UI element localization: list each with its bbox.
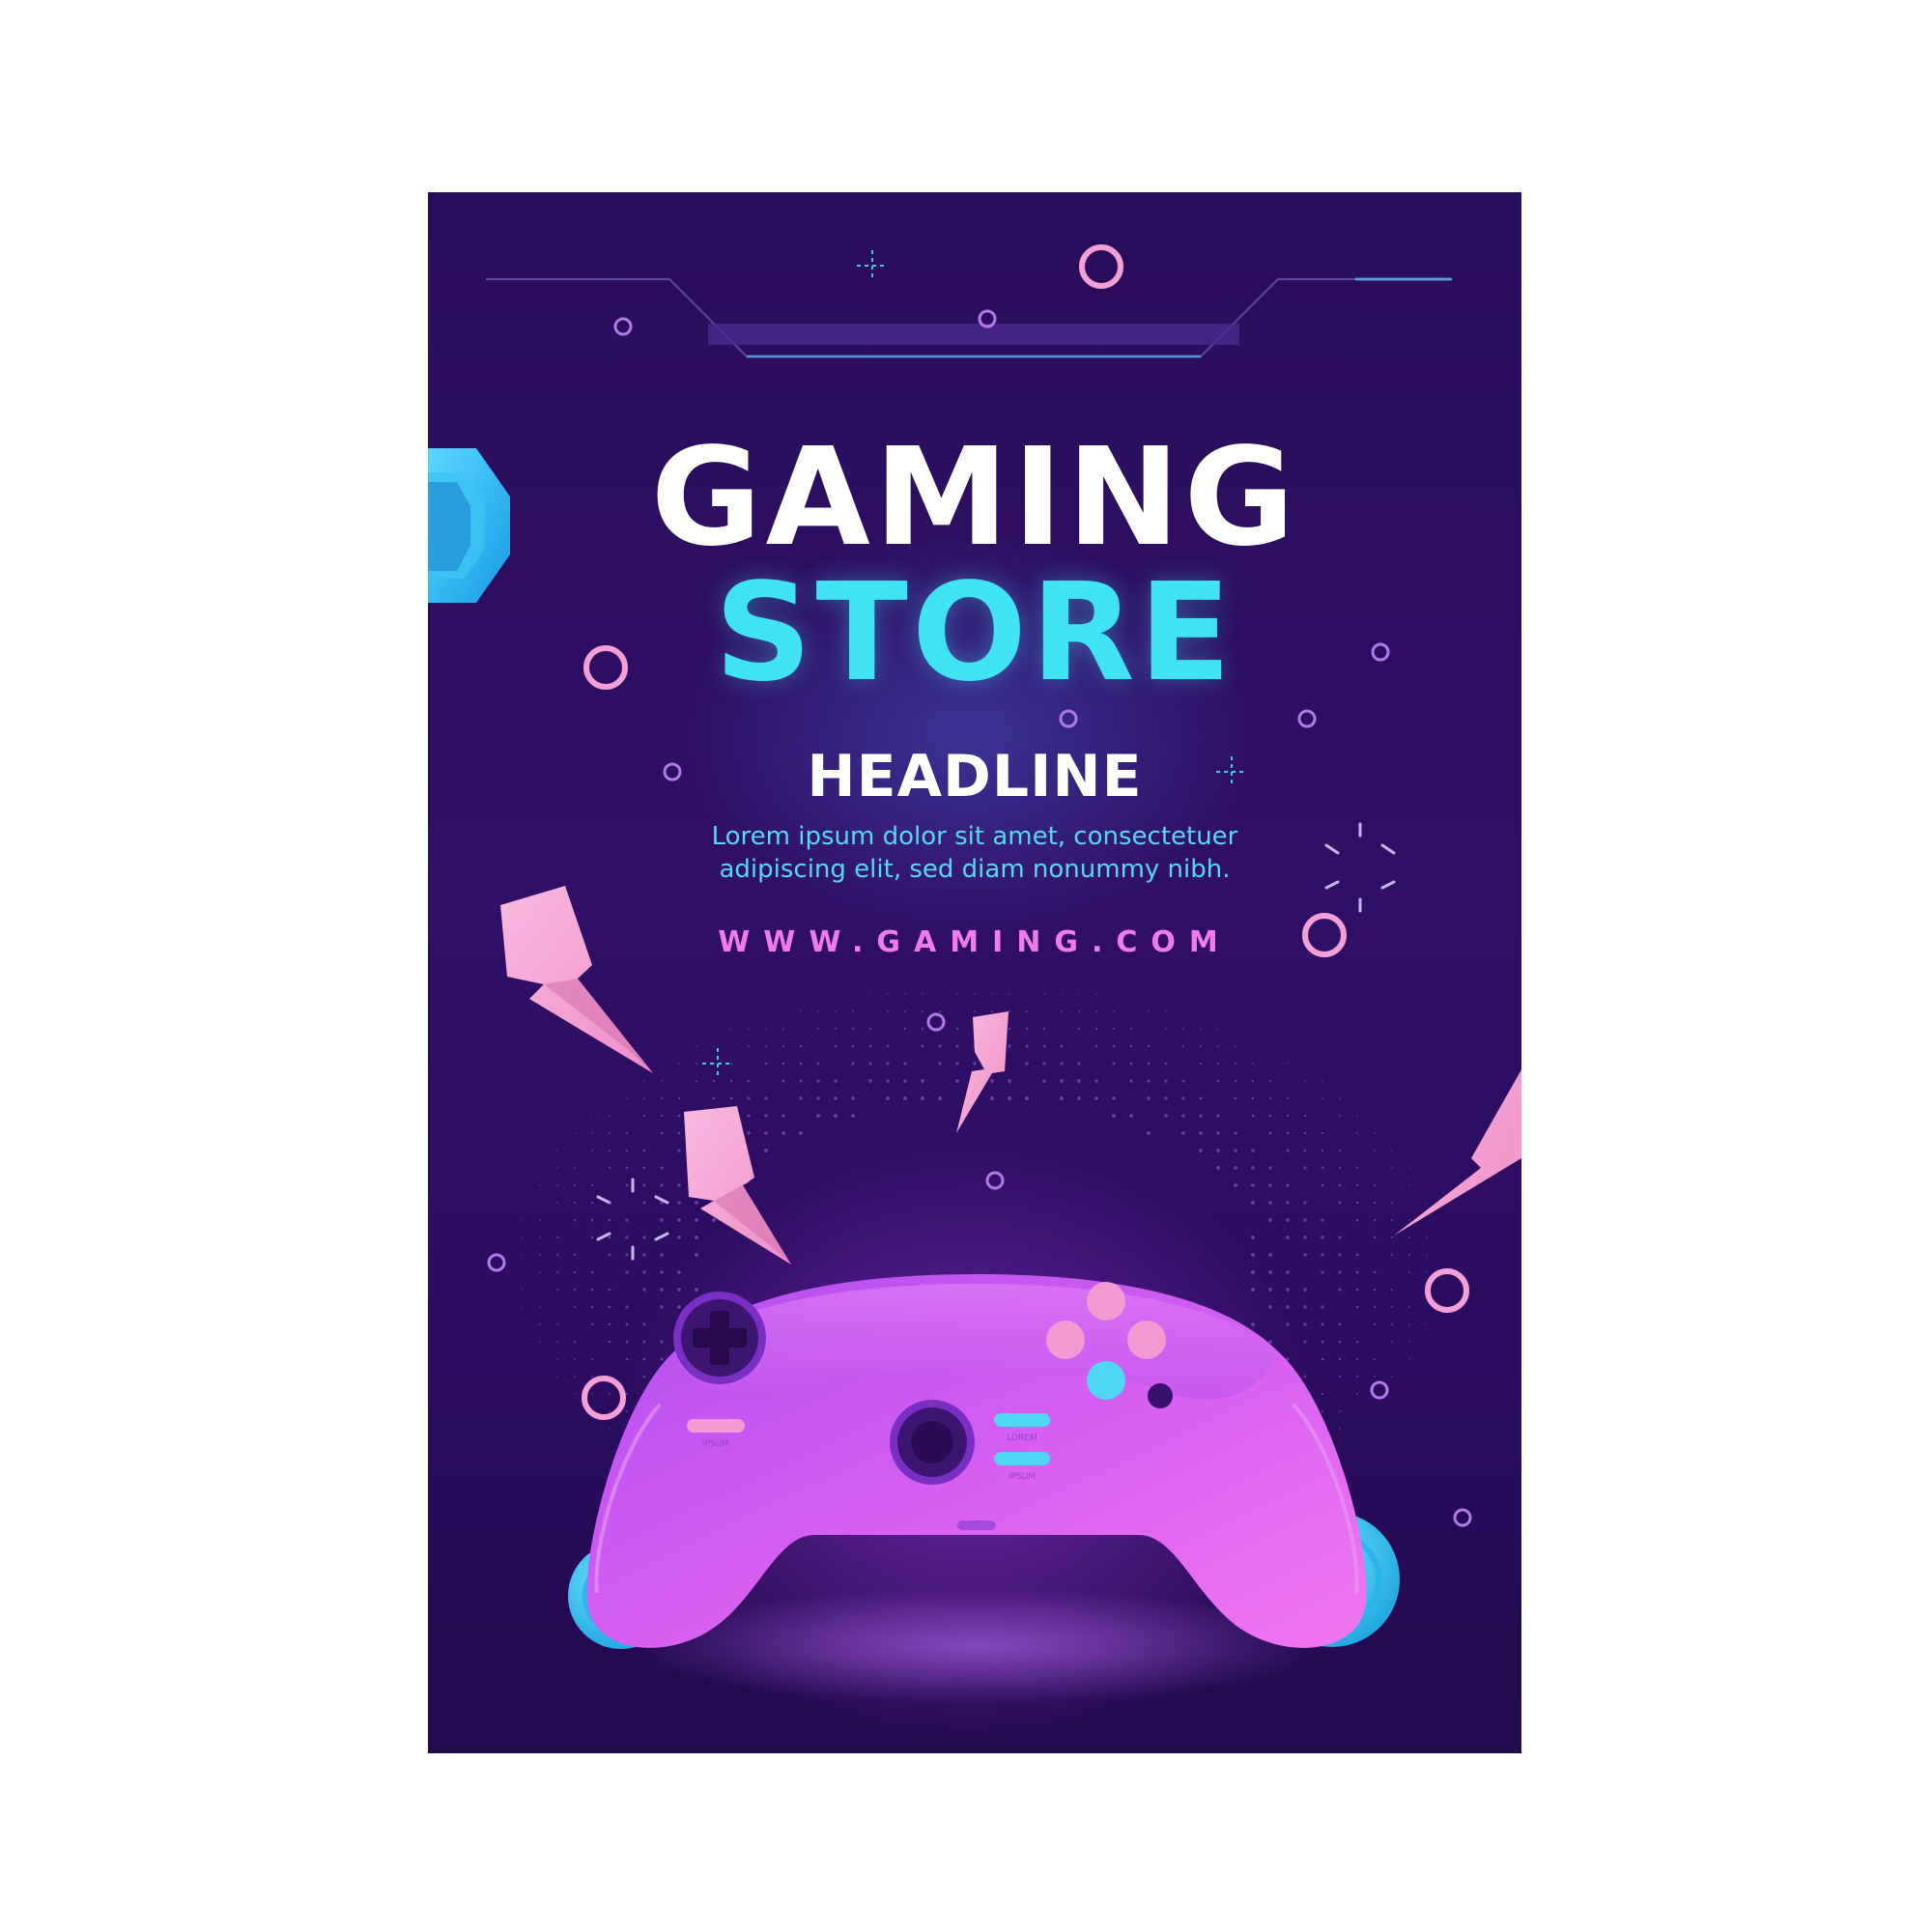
body-line-1: Lorem ipsum dolor sit amet, consectetuer [711, 822, 1238, 851]
controller-label-ipsum-2: IPSUM [1009, 1472, 1036, 1482]
title-store: STORE [714, 554, 1236, 712]
controller-label-ipsum: IPSUM [702, 1439, 729, 1449]
body-text: Lorem ipsum dolor sit amet, consectetuer… [588, 820, 1361, 886]
hud-frame [486, 277, 1452, 358]
website-url[interactable]: WWW.GAMING.COM [428, 923, 1521, 962]
controller-label-lorem: LOREM [1007, 1434, 1037, 1443]
title-gaming: GAMING [650, 419, 1299, 577]
gaming-store-poster: IPSUM LOREM IPSUM GAMING STORE HEADLINE … [428, 192, 1521, 1753]
body-line-2: adipiscing elit, sed diam nonummy nibh. [719, 855, 1231, 884]
headline: HEADLINE [807, 743, 1143, 810]
